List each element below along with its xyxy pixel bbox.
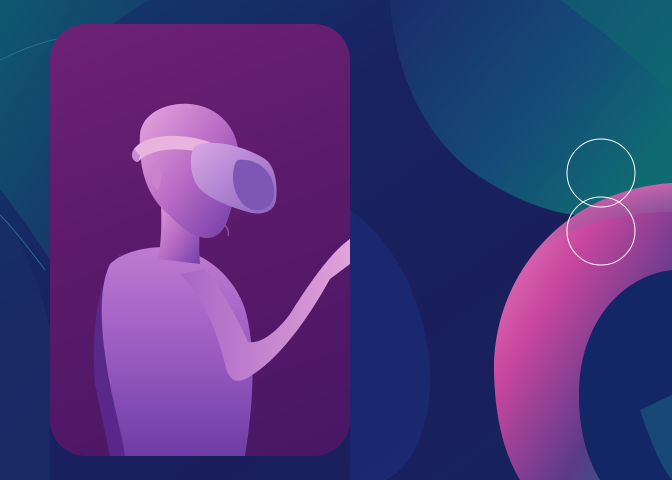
vr-headset-figure-illustration [50, 24, 350, 456]
stacked-outline-circles-icon [566, 138, 636, 266]
hero-graphic [0, 0, 672, 480]
